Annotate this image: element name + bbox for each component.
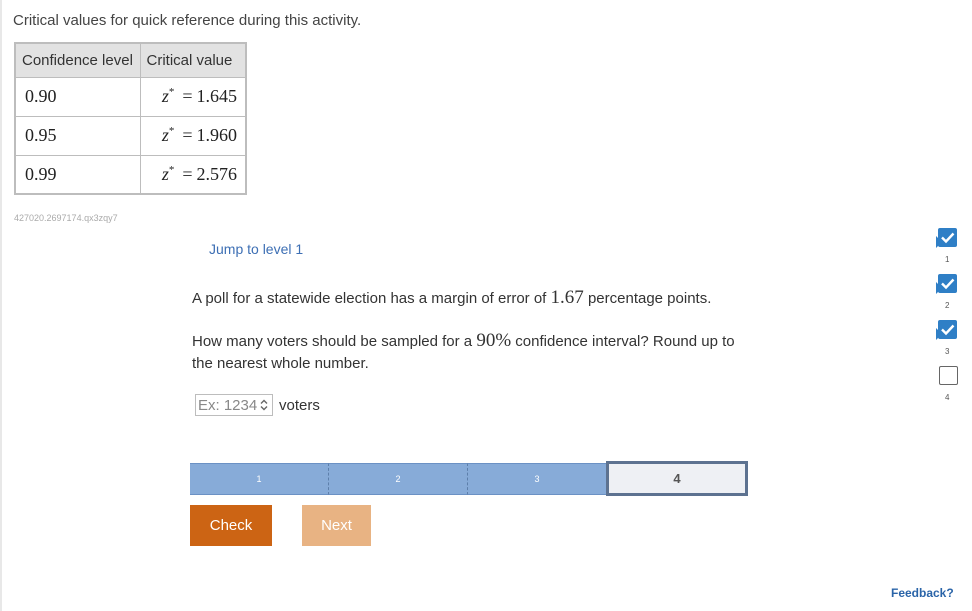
progress-item[interactable]: 2 [936, 274, 958, 320]
progress-item[interactable]: 4 [936, 366, 958, 412]
jump-to-level-link[interactable]: Jump to level 1 [209, 241, 303, 257]
left-rule [0, 0, 2, 611]
z-symbol: z [161, 86, 169, 106]
z-symbol: z [161, 125, 169, 145]
critical-value-cell: z* = 1.645 [139, 76, 247, 117]
table-header-row: Confidence level Critical value [14, 42, 247, 78]
progress-checkbox [938, 228, 957, 247]
progress-number: 2 [945, 301, 950, 310]
z-star: * [168, 163, 175, 176]
equals-sign: = [182, 163, 193, 184]
z-star: * [168, 125, 175, 137]
critical-value: 2.576 [196, 163, 238, 184]
progress-number: 4 [945, 393, 950, 402]
progress-checkbox [938, 274, 957, 293]
table-row: 0.95 z* = 1.960 [14, 115, 247, 156]
z-star: * [168, 86, 175, 98]
level-4-segment[interactable]: 4 [606, 461, 748, 496]
confidence-level-cell: 0.95 [14, 115, 141, 156]
critical-values-table: Confidence level Critical value 0.90 z* =… [14, 42, 247, 195]
question-text: How many voters should be sampled for a [192, 333, 477, 350]
progress-number: 1 [945, 255, 950, 264]
checkmark-icon [941, 278, 955, 290]
question-statement: A poll for a statewide election has a ma… [192, 287, 762, 309]
checkmark-icon [941, 324, 955, 336]
table-row: 0.99 z* = 2.576 [14, 154, 247, 195]
answer-unit: voters [279, 396, 320, 414]
critical-value: 1.960 [196, 125, 238, 145]
intro-text: Critical values for quick reference duri… [13, 12, 362, 29]
level-1-segment[interactable]: 1 [190, 463, 329, 495]
question-id: 427020.2697174.qx3zqy7 [14, 213, 118, 223]
equals-sign: = [182, 86, 193, 106]
table-header-confidence: Confidence level [14, 42, 141, 78]
table-row: 0.90 z* = 1.645 [14, 76, 247, 117]
answer-row: voters [195, 394, 320, 416]
level-3-segment[interactable]: 3 [468, 463, 607, 495]
feedback-link[interactable]: Feedback? [891, 586, 954, 600]
spinner-icon[interactable] [259, 398, 269, 412]
confidence-level-cell: 0.90 [14, 76, 141, 117]
level-2-segment[interactable]: 2 [329, 463, 468, 495]
z-symbol: z [161, 163, 169, 184]
confidence-value: 90% [476, 330, 512, 351]
answer-field[interactable] [195, 394, 273, 416]
progress-checkbox-empty [939, 366, 958, 385]
level-bar: 1 2 3 4 [190, 461, 748, 496]
equals-sign: = [182, 125, 193, 145]
check-button[interactable]: Check [190, 505, 272, 546]
critical-value-cell: z* = 1.960 [139, 115, 247, 156]
progress-checklist: 1 2 3 4 [936, 228, 958, 412]
answer-input[interactable] [196, 396, 258, 414]
margin-of-error-value: 1.67 [550, 287, 584, 308]
critical-value: 1.645 [196, 86, 238, 106]
table-header-critical: Critical value [139, 42, 247, 78]
confidence-level-cell: 0.99 [14, 154, 141, 195]
next-button[interactable]: Next [302, 505, 371, 546]
question-prompt: How many voters should be sampled for a … [192, 330, 752, 375]
progress-number: 3 [945, 347, 950, 356]
question-text: A poll for a statewide election has a ma… [192, 290, 551, 307]
progress-checkbox [938, 320, 957, 339]
critical-value-cell: z* = 2.576 [139, 154, 247, 195]
question-text: percentage points. [583, 290, 712, 307]
progress-item[interactable]: 3 [936, 320, 958, 366]
progress-item[interactable]: 1 [936, 228, 958, 274]
checkmark-icon [941, 232, 955, 244]
